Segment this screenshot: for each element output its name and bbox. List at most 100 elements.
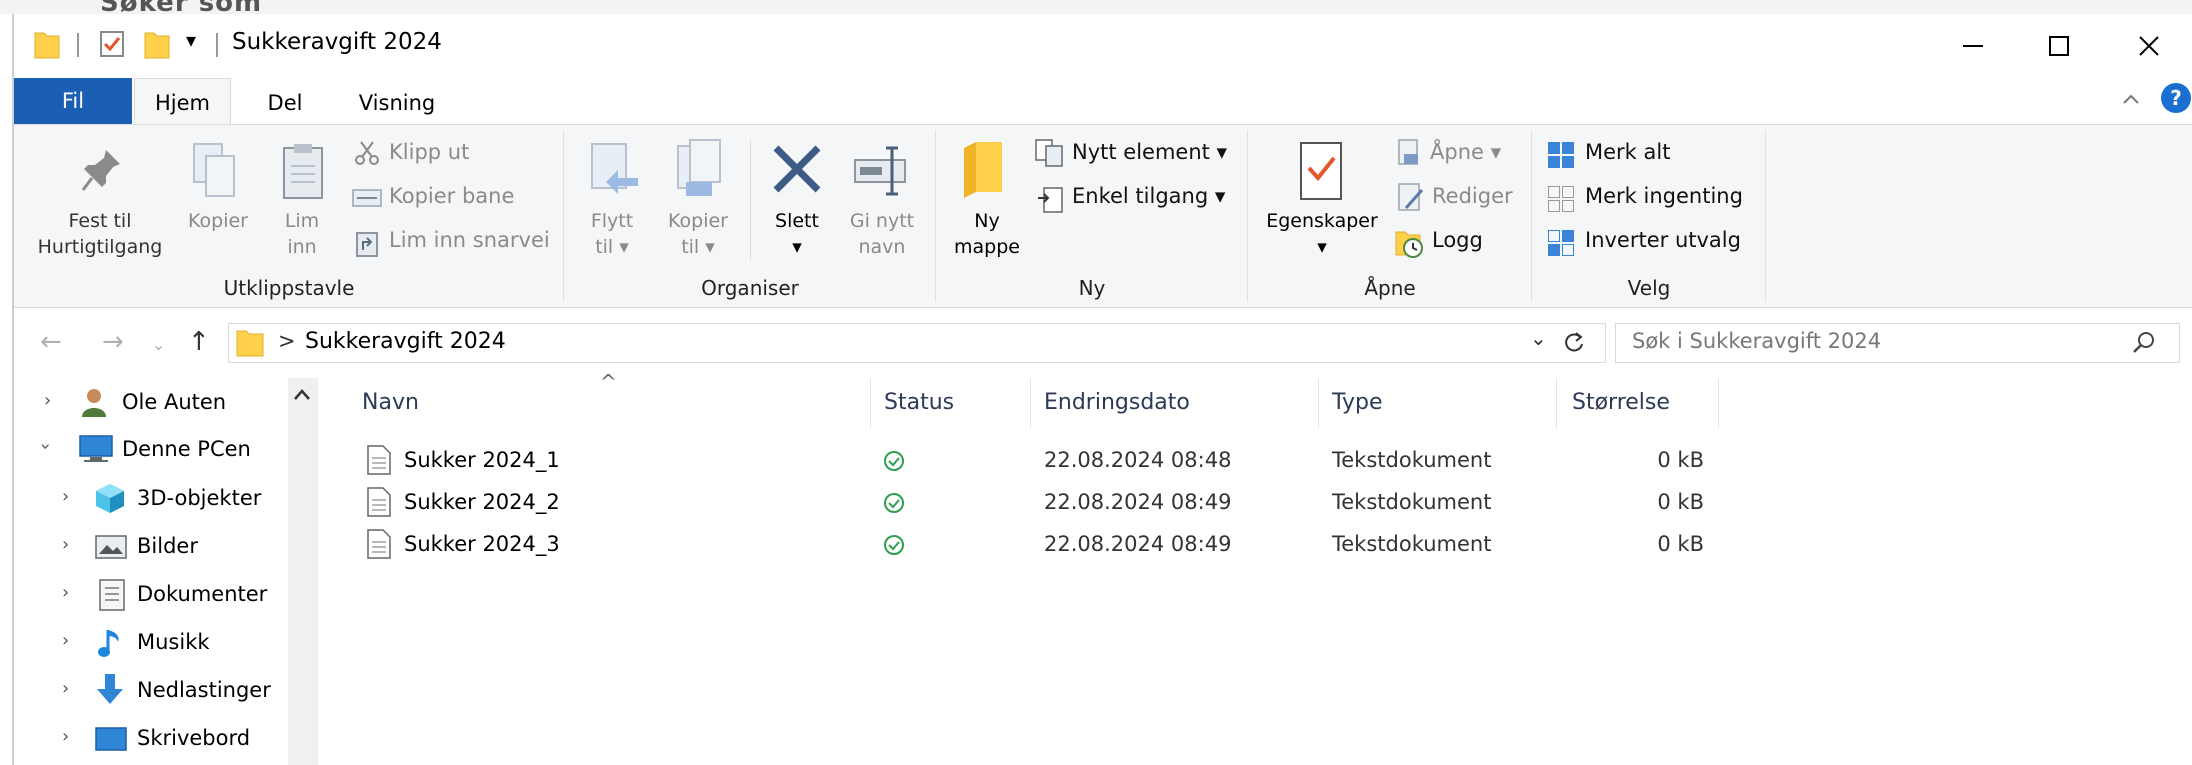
- copy-path-button[interactable]: Kopier bane: [389, 184, 514, 208]
- properties-button[interactable]: Egenskaper ▾: [1258, 208, 1386, 260]
- copy-to-button[interactable]: Kopier til ▾: [658, 208, 738, 260]
- scroll-up-icon[interactable]: [290, 385, 314, 405]
- history-button[interactable]: Logg: [1432, 228, 1483, 252]
- new-item-button[interactable]: Nytt element ▾: [1072, 140, 1227, 164]
- nav-item-music[interactable]: Musikk: [137, 630, 210, 654]
- forward-button[interactable]: →: [102, 327, 124, 357]
- column-divider[interactable]: [870, 378, 871, 428]
- downloads-icon: [97, 674, 123, 704]
- nav-item-pictures[interactable]: Bilder: [137, 534, 198, 558]
- expand-chevron-icon[interactable]: ›: [62, 630, 69, 651]
- address-dropdown-icon[interactable]: ⌄: [1530, 326, 1547, 350]
- column-header-status[interactable]: Status: [884, 390, 954, 415]
- search-input[interactable]: Søk i Sukkeravgift 2024: [1632, 329, 1881, 353]
- recent-locations-button[interactable]: ⌄: [152, 335, 165, 354]
- minimize-button[interactable]: [1928, 20, 2018, 72]
- select-all-button[interactable]: Merk alt: [1585, 140, 1670, 164]
- rename-label-line2: navn: [858, 236, 906, 258]
- rename-button[interactable]: Gi nytt navn: [842, 208, 922, 260]
- qat-dropdown-icon[interactable]: ▾: [186, 28, 196, 52]
- paste-label-line2: inn: [287, 236, 317, 258]
- up-button[interactable]: ↑: [188, 327, 210, 357]
- 3d-objects-icon: [96, 484, 124, 513]
- nav-item-documents[interactable]: Dokumenter: [137, 582, 267, 606]
- column-divider[interactable]: [1030, 378, 1031, 428]
- file-size: 0 kB: [1657, 448, 1704, 472]
- column-divider[interactable]: [1718, 378, 1719, 428]
- expand-chevron-icon[interactable]: ›: [44, 390, 51, 411]
- delete-label: Slett: [775, 210, 819, 232]
- breadcrumb-current[interactable]: Sukkeravgift 2024: [305, 329, 506, 354]
- computer-icon: [79, 435, 113, 462]
- column-divider[interactable]: [1318, 378, 1319, 428]
- nav-item-this-pc[interactable]: Denne PCen: [122, 437, 251, 461]
- column-divider[interactable]: [1556, 378, 1557, 428]
- select-none-button[interactable]: Merk ingenting: [1585, 184, 1743, 208]
- nav-item-downloads[interactable]: Nedlastinger: [137, 678, 271, 702]
- new-folder-button[interactable]: Ny mappe: [950, 208, 1024, 260]
- file-type: Tekstdokument: [1332, 448, 1492, 472]
- group-separator: [1531, 130, 1532, 302]
- background-window-strip: [0, 0, 2192, 14]
- new-item-label: Nytt element: [1072, 140, 1210, 164]
- sync-ok-icon: [884, 535, 904, 555]
- tab-file[interactable]: Fil: [14, 78, 132, 124]
- paste-button[interactable]: Lim inn: [272, 208, 332, 260]
- nav-item-3d-objects[interactable]: 3D-objekter: [137, 486, 261, 510]
- refresh-icon[interactable]: [1562, 330, 1586, 356]
- text-file-icon: [367, 487, 391, 517]
- move-to-button[interactable]: Flytt til ▾: [578, 208, 646, 260]
- music-icon: [98, 630, 119, 657]
- tab-share[interactable]: Del: [255, 83, 315, 123]
- expand-chevron-icon[interactable]: ›: [62, 534, 69, 555]
- file-name[interactable]: Sukker 2024_2: [404, 490, 560, 514]
- back-button[interactable]: ←: [40, 327, 62, 357]
- copy-button[interactable]: Kopier: [180, 208, 256, 234]
- easy-access-label: Enkel tilgang: [1072, 184, 1209, 208]
- collapse-chevron-icon[interactable]: ›: [35, 443, 56, 450]
- folder-icon[interactable]: [34, 29, 60, 59]
- move-label-text: til: [595, 236, 614, 258]
- expand-chevron-icon[interactable]: ›: [62, 678, 69, 699]
- column-header-type[interactable]: Type: [1332, 390, 1383, 415]
- paste-shortcut-button[interactable]: Lim inn snarvei: [389, 228, 550, 252]
- maximize-button[interactable]: [2014, 20, 2104, 72]
- column-header-size[interactable]: Størrelse: [1572, 390, 1670, 415]
- scissors-icon: [355, 141, 379, 165]
- easy-access-button[interactable]: Enkel tilgang ▾: [1072, 184, 1225, 208]
- cut-button[interactable]: Klipp ut: [389, 140, 469, 164]
- copyto-label-line2: til ▾: [681, 236, 715, 258]
- file-name[interactable]: Sukker 2024_3: [404, 532, 560, 556]
- collapse-ribbon-icon[interactable]: [2120, 88, 2142, 110]
- properties-checkmark-icon[interactable]: [99, 30, 125, 58]
- group-separator: [563, 130, 564, 302]
- expand-chevron-icon[interactable]: ›: [62, 486, 69, 507]
- file-date: 22.08.2024 08:49: [1044, 490, 1232, 514]
- nav-item-user[interactable]: Ole Auten: [122, 390, 226, 414]
- column-header-name[interactable]: Navn: [362, 390, 419, 415]
- column-header-date[interactable]: Endringsdato: [1044, 390, 1190, 415]
- copyto-label-line1: Kopier: [668, 210, 728, 232]
- text-file-icon: [367, 529, 391, 559]
- delete-button[interactable]: Slett ▾: [762, 208, 832, 260]
- new-folder-icon[interactable]: [144, 29, 170, 59]
- pin-quick-access-button[interactable]: Fest til Hurtigtilgang: [20, 208, 180, 260]
- file-type: Tekstdokument: [1332, 532, 1492, 556]
- tab-home[interactable]: Hjem: [134, 78, 231, 126]
- properties-label: Egenskaper: [1266, 210, 1378, 232]
- navigation-scrollbar[interactable]: [288, 378, 318, 765]
- paste-icon: [283, 144, 323, 199]
- expand-chevron-icon[interactable]: ›: [62, 726, 69, 747]
- nav-item-desktop[interactable]: Skrivebord: [137, 726, 250, 750]
- edit-button[interactable]: Rediger: [1432, 184, 1513, 208]
- sync-ok-icon: [884, 493, 904, 513]
- move-label-line2: til ▾: [595, 236, 629, 258]
- open-button[interactable]: Åpne ▾: [1430, 140, 1501, 164]
- close-button[interactable]: [2104, 20, 2192, 72]
- search-icon[interactable]: [2132, 330, 2158, 356]
- help-icon[interactable]: ?: [2160, 82, 2192, 114]
- file-name[interactable]: Sukker 2024_1: [404, 448, 560, 472]
- tab-view[interactable]: Visning: [347, 83, 447, 123]
- expand-chevron-icon[interactable]: ›: [62, 582, 69, 603]
- invert-selection-button[interactable]: Inverter utvalg: [1585, 228, 1741, 252]
